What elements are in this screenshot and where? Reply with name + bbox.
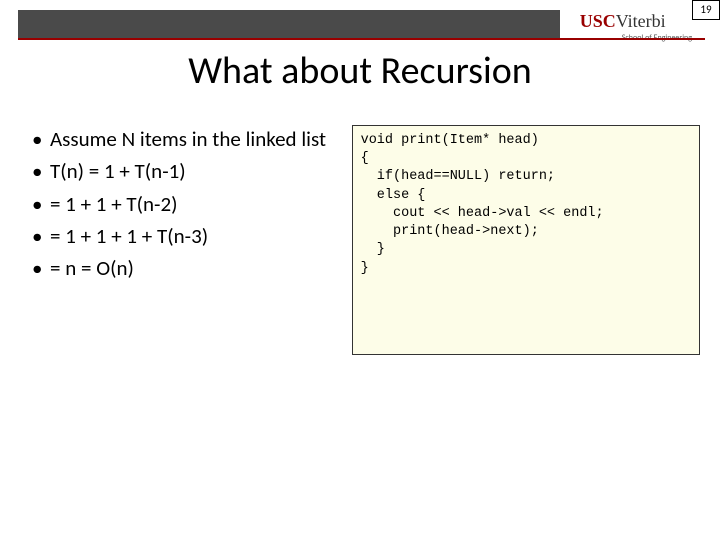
- page-number: 19: [692, 0, 720, 20]
- divider: [18, 38, 705, 40]
- bullet-item: T(n) = 1 + T(n-1): [30, 157, 352, 185]
- content-area: Assume N items in the linked list T(n) =…: [30, 125, 700, 355]
- bullet-item: = 1 + 1 + 1 + T(n-3): [30, 222, 352, 250]
- bullet-list: Assume N items in the linked list T(n) =…: [30, 125, 352, 355]
- slide-title: What about Recursion: [0, 48, 720, 94]
- bullet-item: = n = O(n): [30, 254, 352, 282]
- logo-viterbi: Viterbi: [616, 11, 666, 31]
- bullet-item: Assume N items in the linked list: [30, 125, 352, 153]
- bullet-item: = 1 + 1 + T(n-2): [30, 190, 352, 218]
- header-bar: [18, 10, 560, 38]
- logo-usc: USC: [580, 11, 616, 31]
- code-block: void print(Item* head) { if(head==NULL) …: [352, 125, 700, 355]
